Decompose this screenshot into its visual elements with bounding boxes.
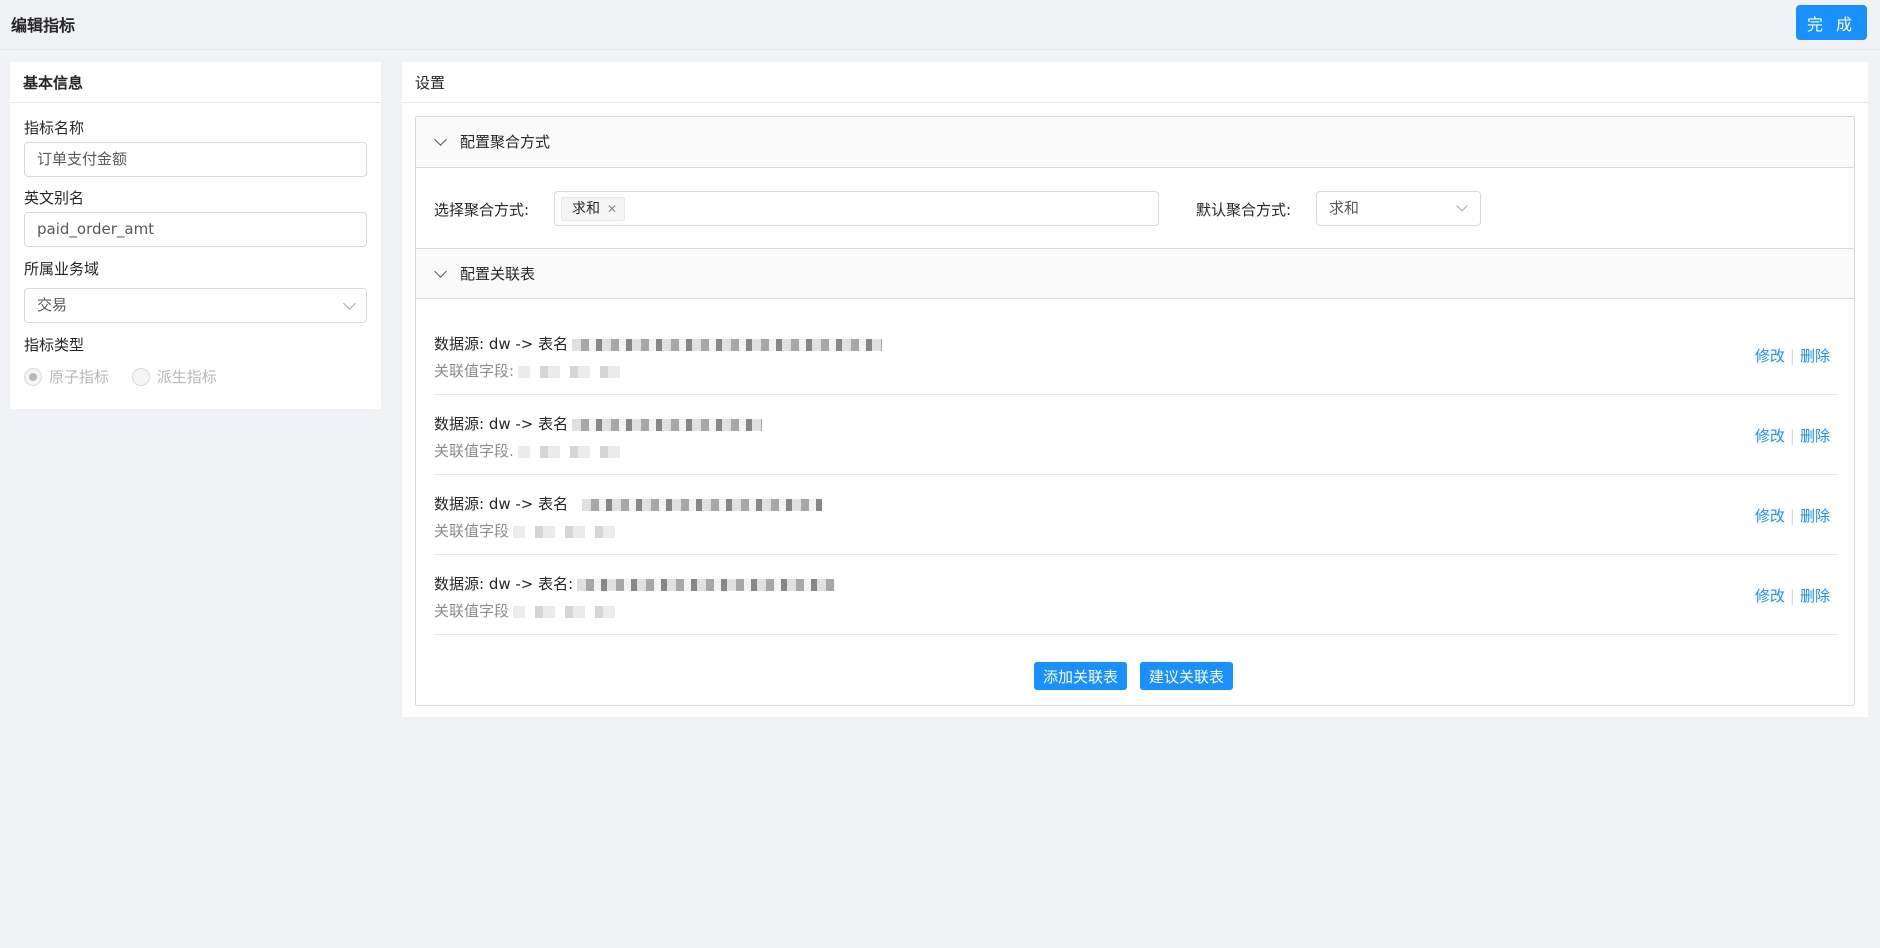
default-agg-select[interactable]: 求和 (1316, 191, 1481, 226)
chevron-down-icon (434, 265, 447, 278)
chevron-down-icon (1456, 200, 1468, 212)
relation-actions: 修改 | 删除 (1754, 347, 1830, 365)
redacted-table-name (577, 578, 836, 591)
radio-atomic-metric[interactable]: 原子指标 (24, 366, 109, 387)
add-relation-button[interactable]: 添加关联表 (1034, 662, 1128, 690)
redacted-table-name (572, 338, 883, 351)
rel-section-title: 配置关联表 (460, 265, 536, 283)
redacted-table-name (572, 418, 763, 431)
chevron-down-icon (434, 133, 447, 146)
agg-section-header[interactable]: 配置聚合方式 (416, 117, 1854, 168)
business-domain-select[interactable]: 交易 (24, 288, 367, 323)
settings-panel: 设置 配置聚合方式 选择聚合方式: 求和 ✕ 默认聚合方式: 求和 配置关联表 … (402, 62, 1868, 717)
metric-name-label: 指标名称 (24, 119, 85, 137)
default-agg-label: 默认聚合方式: (1196, 201, 1292, 219)
chevron-down-icon (343, 297, 356, 310)
suggest-relation-button[interactable]: 建议关联表 (1140, 662, 1234, 690)
rel-section-header[interactable]: 配置关联表 (416, 248, 1854, 299)
relation-actions: 修改 | 删除 (1754, 587, 1830, 605)
relation-row: 数据源: dw -> 表名 关联值字段 修改 | 删除 (434, 475, 1838, 555)
relation-field: 关联值字段. (434, 440, 630, 461)
edit-relation-link[interactable]: 修改 (1755, 587, 1785, 605)
relation-source: 数据源: dw -> 表名 (434, 333, 883, 354)
select-agg-label: 选择聚合方式: (434, 201, 530, 219)
settings-collapse: 配置聚合方式 选择聚合方式: 求和 ✕ 默认聚合方式: 求和 配置关联表 数据源… (415, 116, 1855, 706)
metric-name-input[interactable]: 订单支付金额 (24, 142, 367, 177)
relation-actions: 修改 | 删除 (1754, 427, 1830, 445)
radio-derived-metric[interactable]: 派生指标 (131, 366, 217, 387)
relation-row: 数据源: dw -> 表名 关联值字段: 修改 | 删除 (434, 315, 1838, 395)
close-icon[interactable]: ✕ (607, 198, 617, 220)
redacted-field-name (518, 365, 631, 378)
metric-type-label: 指标类型 (24, 336, 85, 354)
metric-type-radio-group: 原子指标 派生指标 (24, 366, 235, 390)
delete-relation-link[interactable]: 删除 (1800, 347, 1830, 365)
page-title: 编辑指标 (11, 16, 76, 35)
relation-row: 数据源: dw -> 表名 关联值字段. 修改 | 删除 (434, 395, 1838, 475)
relation-source: 数据源: dw -> 表名 (434, 493, 823, 514)
edit-relation-link[interactable]: 修改 (1755, 347, 1785, 365)
agg-method-multiselect[interactable]: 求和 ✕ (554, 191, 1159, 226)
relation-field: 关联值字段 (434, 520, 626, 541)
business-domain-label: 所属业务域 (24, 260, 100, 278)
alias-label: 英文别名 (24, 189, 85, 207)
done-button[interactable]: 完 成 (1796, 5, 1867, 40)
basic-info-panel: 基本信息 指标名称 订单支付金额 英文别名 paid_order_amt 所属业… (10, 62, 381, 409)
edit-relation-link[interactable]: 修改 (1755, 427, 1785, 445)
top-bar: 编辑指标 完 成 (0, 0, 1880, 50)
business-domain-value: 交易 (37, 296, 68, 314)
delete-relation-link[interactable]: 删除 (1800, 427, 1830, 445)
agg-section-title: 配置聚合方式 (460, 133, 551, 151)
basic-info-title: 基本信息 (10, 62, 381, 103)
relation-source: 数据源: dw -> 表名: (434, 573, 836, 594)
redacted-table-name (582, 498, 823, 511)
edit-relation-link[interactable]: 修改 (1755, 507, 1785, 525)
redacted-field-name (513, 605, 626, 618)
radio-unchecked-icon (131, 367, 150, 386)
relation-field: 关联值字段: (434, 360, 631, 381)
relation-source: 数据源: dw -> 表名 (434, 413, 763, 434)
delete-relation-link[interactable]: 删除 (1800, 587, 1830, 605)
settings-title: 设置 (402, 62, 1868, 103)
alias-input[interactable]: paid_order_amt (24, 212, 367, 247)
relation-row: 数据源: dw -> 表名: 关联值字段 修改 | 删除 (434, 555, 1838, 635)
agg-tag: 求和 ✕ (561, 197, 625, 221)
redacted-field-name (517, 445, 630, 458)
relation-actions: 修改 | 删除 (1754, 507, 1830, 525)
radio-checked-icon (24, 367, 42, 386)
delete-relation-link[interactable]: 删除 (1800, 507, 1830, 525)
relation-field: 关联值字段 (434, 600, 626, 621)
redacted-field-name (513, 525, 626, 538)
